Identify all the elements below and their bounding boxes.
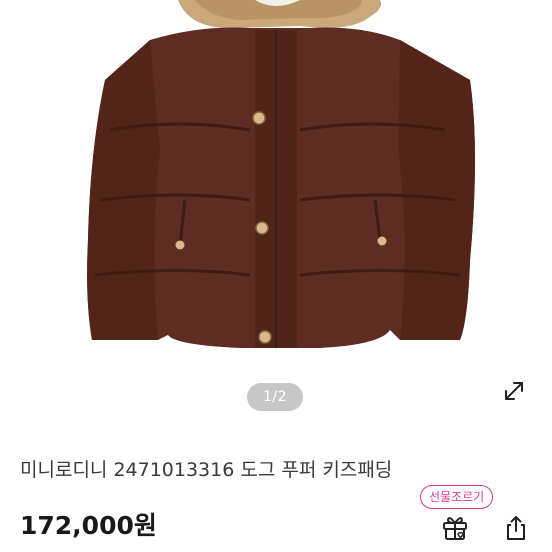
gift-button[interactable] [440, 512, 470, 542]
product-image-gallery[interactable]: 1/2 [0, 0, 552, 430]
expand-icon [505, 382, 523, 400]
product-image [87, 0, 475, 348]
share-icon [507, 516, 525, 540]
product-title: 미니로디니 2471013316 도그 푸퍼 키즈패딩 [20, 459, 393, 481]
gift-request-badge[interactable]: 선물조르기 [420, 485, 494, 509]
share-button[interactable] [502, 514, 530, 542]
image-page-indicator: 1/2 [247, 383, 303, 411]
product-detail-page: 1/2 미니로디니 2471013316 도그 푸퍼 키즈패딩 172,000원… [0, 0, 552, 552]
product-info-section: 미니로디니 2471013316 도그 푸퍼 키즈패딩 172,000원 선물조… [0, 430, 552, 552]
expand-button[interactable] [500, 377, 528, 405]
gift-icon [443, 517, 467, 540]
product-price: 172,000원 [20, 511, 157, 540]
